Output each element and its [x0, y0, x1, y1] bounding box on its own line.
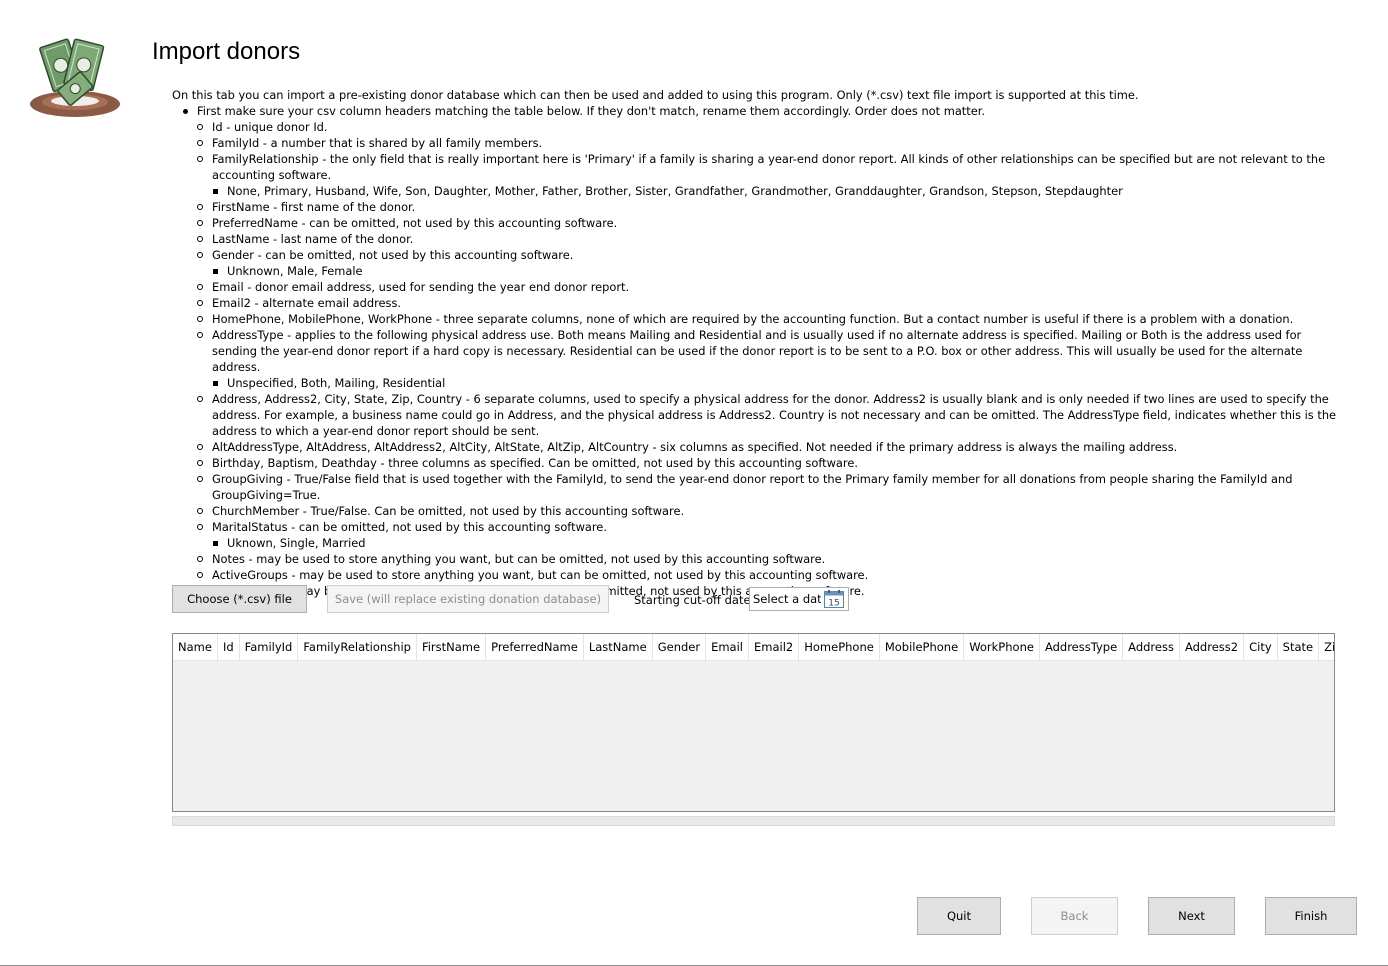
calendar-icon[interactable]: 15 [824, 590, 844, 608]
column-header[interactable]: State [1278, 634, 1320, 660]
column-header[interactable]: FirstName [417, 634, 487, 660]
finish-button[interactable]: Finish [1265, 897, 1357, 935]
column-header[interactable]: PreferredName [486, 634, 584, 660]
list-item: Unspecified, Both, Mailing, Residential [212, 375, 1347, 391]
value-list: Unspecified, Both, Mailing, Residential [212, 375, 1347, 391]
quit-button[interactable]: Quit [917, 897, 1001, 935]
list-item: FamilyId - a number that is shared by al… [197, 135, 1347, 151]
list-item: GroupGiving - True/False field that is u… [197, 471, 1347, 503]
list-item: Email - donor email address, used for se… [197, 279, 1347, 295]
page-title: Import donors [152, 38, 301, 65]
column-header[interactable]: Gender [653, 634, 707, 660]
column-header[interactable]: FamilyRelationship [298, 634, 417, 660]
value-list: Uknown, Single, Married [212, 535, 1347, 551]
field-description: AddressType - applies to the following p… [212, 328, 1303, 374]
column-header[interactable]: Id [218, 634, 240, 660]
column-header[interactable]: Email [706, 634, 749, 660]
list-item: First make sure your csv column headers … [172, 103, 1347, 599]
horizontal-scrollbar[interactable] [172, 816, 1335, 826]
intro-text: On this tab you can import a pre-existin… [172, 88, 1139, 102]
field-description: Gender - can be omitted, not used by thi… [212, 248, 574, 262]
list-item: Uknown, Single, Married [212, 535, 1347, 551]
field-list: Id - unique donor Id. FamilyId - a numbe… [197, 119, 1347, 599]
instruction-list: First make sure your csv column headers … [172, 103, 1347, 599]
list-item: Gender - can be omitted, not used by thi… [197, 247, 1347, 279]
list-item: Birthday, Baptism, Deathday - three colu… [197, 455, 1347, 471]
list-item: PreferredName - can be omitted, not used… [197, 215, 1347, 231]
save-button[interactable]: Save (will replace existing donation dat… [327, 585, 609, 613]
donor-data-grid[interactable]: Name Id FamilyId FamilyRelationship FirstNam… [172, 633, 1335, 812]
instructions: On this tab you can import a pre-existin… [172, 87, 1347, 599]
column-header[interactable]: Name [173, 634, 218, 660]
money-on-plate-icon [30, 38, 120, 117]
field-description: FamilyRelationship - the only field that… [212, 152, 1326, 182]
column-header[interactable]: Address2 [1180, 634, 1245, 660]
list-item: None, Primary, Husband, Wife, Son, Daugh… [212, 183, 1347, 199]
column-header[interactable]: FamilyId [240, 634, 299, 660]
list-item: AltAddressType, AltAddress, AltAddress2,… [197, 439, 1347, 455]
choose-file-button[interactable]: Choose (*.csv) file [172, 585, 307, 613]
next-button[interactable]: Next [1148, 897, 1235, 935]
list-item: Address, Address2, City, State, Zip, Cou… [197, 391, 1347, 439]
field-description: MaritalStatus - can be omitted, not used… [212, 520, 607, 534]
column-header[interactable]: AddressType [1040, 634, 1124, 660]
list-item: MaritalStatus - can be omitted, not used… [197, 519, 1347, 551]
value-list: Unknown, Male, Female [212, 263, 1347, 279]
column-header[interactable]: HomePhone [799, 634, 880, 660]
import-donors-page: Import donors On this tab you can import… [0, 0, 1388, 966]
column-header[interactable]: WorkPhone [964, 634, 1040, 660]
list-item: FirstName - first name of the donor. [197, 199, 1347, 215]
back-button[interactable]: Back [1031, 897, 1118, 935]
column-header[interactable]: City [1244, 634, 1278, 660]
date-input[interactable]: Select a date [753, 592, 821, 606]
list-item: ChurchMember - True/False. Can be omitte… [197, 503, 1347, 519]
calendar-day: 15 [828, 599, 839, 609]
list-item: HomePhone, MobilePhone, WorkPhone - thre… [197, 311, 1347, 327]
column-header[interactable]: LastName [584, 634, 653, 660]
first-instruction: First make sure your csv column headers … [197, 104, 986, 118]
column-header[interactable]: MobilePhone [880, 634, 965, 660]
list-item: AddressType - applies to the following p… [197, 327, 1347, 391]
list-item: Notes - may be used to store anything yo… [197, 551, 1347, 567]
cutoff-date-picker[interactable]: Select a date 15 [749, 587, 849, 611]
column-header[interactable]: Email2 [749, 634, 800, 660]
list-item: ActiveGroups - may be used to store anyt… [197, 567, 1347, 583]
list-item: LastName - last name of the donor. [197, 231, 1347, 247]
cutoff-date-label: Starting cut-off date: [634, 593, 755, 607]
column-header[interactable]: Address [1123, 634, 1180, 660]
list-item: Id - unique donor Id. [197, 119, 1347, 135]
grid-header: Name Id FamilyId FamilyRelationship FirstNam… [173, 634, 1334, 661]
list-item: Email2 - alternate email address. [197, 295, 1347, 311]
column-header[interactable]: Zip [1319, 634, 1334, 660]
list-item: Unknown, Male, Female [212, 263, 1347, 279]
list-item: FamilyRelationship - the only field that… [197, 151, 1347, 199]
value-list: None, Primary, Husband, Wife, Son, Daugh… [212, 183, 1347, 199]
